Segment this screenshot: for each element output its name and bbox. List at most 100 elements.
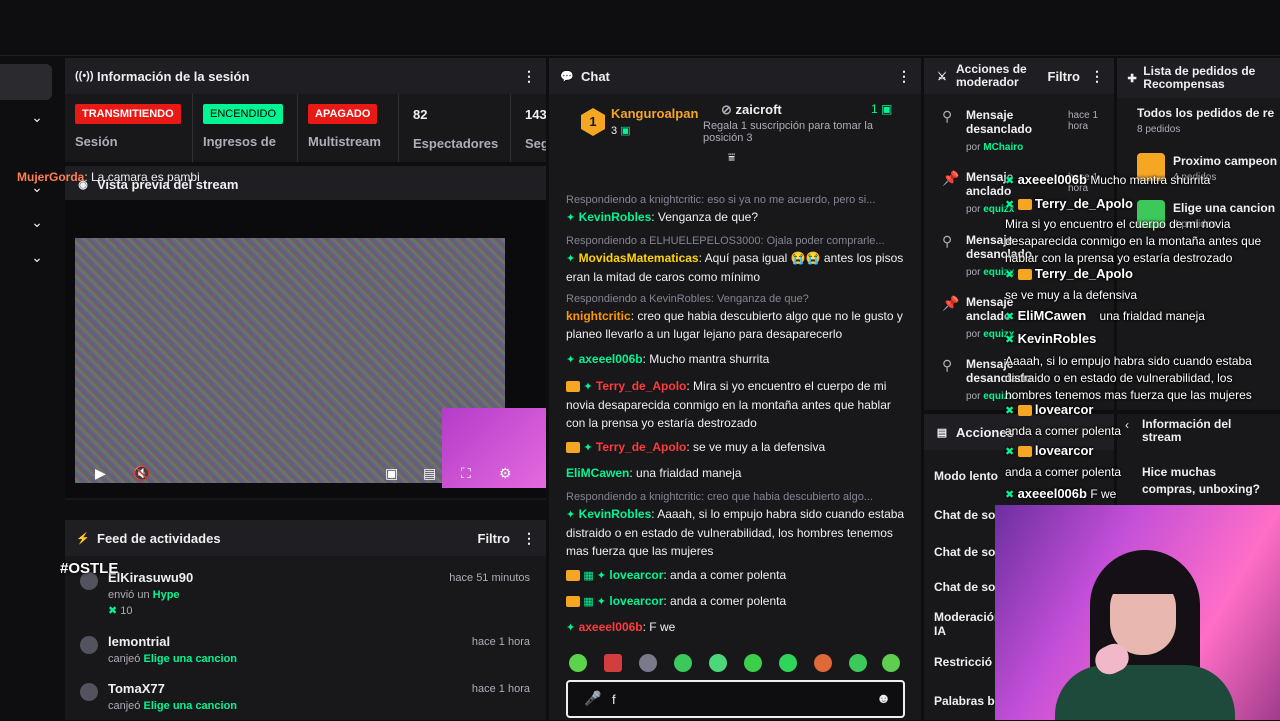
- status-badge: ENCENDIDO: [203, 104, 284, 124]
- chevron-down-icon[interactable]: ⌄: [28, 108, 46, 126]
- reply-context[interactable]: Respondiendo a ELHUELEPELOS3000: Ojala p…: [566, 235, 906, 247]
- pin-icon: 📌: [942, 170, 960, 186]
- chat-message: ✦ KevinRobles: Aaaah, si lo empujo habra…: [566, 507, 905, 558]
- broadcast-icon: ((•)): [75, 70, 94, 82]
- quick-action-item[interactable]: Chat de so: [934, 508, 995, 522]
- top-gifter-name[interactable]: Kanguroalpan: [611, 106, 698, 121]
- nav-active-item[interactable]: [0, 64, 52, 100]
- chat-message: MujerGorda: La camara es pambi: [17, 170, 200, 184]
- emote-icon[interactable]: [709, 654, 727, 672]
- emote-icon[interactable]: [569, 654, 587, 672]
- gifter-name[interactable]: ⊘ zaicroft: [721, 102, 782, 118]
- more-options-icon[interactable]: ⋮: [522, 530, 536, 547]
- overlay-chat-line: ✖ EliMCawen una frialdad maneja: [1005, 308, 1205, 323]
- overlay-chat-line: ✖ KevinRobles: [1005, 331, 1097, 346]
- gem-icon: ✖: [108, 605, 118, 617]
- chat-message: ✦ Terry_de_Apolo: se ve muy a la defensi…: [566, 438, 906, 457]
- moderator-action: ⚲ Mensaje desanclado hace 1 hora por MCh…: [942, 108, 1099, 153]
- chevron-down-icon[interactable]: ⌄: [28, 213, 46, 231]
- feed-item: lemontrial canjeó Elige una cancion hace…: [80, 634, 540, 674]
- reply-context[interactable]: Respondiendo a KevinRobles: Venganza de …: [566, 293, 906, 305]
- play-icon[interactable]: ▶: [95, 465, 106, 482]
- chat-input[interactable]: 🎤 f ☻: [566, 680, 905, 718]
- rank-badge: 1: [581, 108, 605, 136]
- gift-cta[interactable]: Regala 1 suscripción para tomar la posic…: [703, 120, 893, 144]
- overlay-chat-text: anda a comer polenta: [1005, 424, 1122, 438]
- mute-icon[interactable]: 🔇: [133, 465, 150, 482]
- reply-context[interactable]: Respondiendo a knightcritic: creo que ha…: [566, 491, 906, 503]
- emote-icon[interactable]: [779, 654, 797, 672]
- quick-action-item[interactable]: Chat de so: [934, 580, 995, 594]
- chat-message: ✦ MovidasMatematicas: Aquí pasa igual 😭😭…: [566, 251, 904, 284]
- quick-action-item[interactable]: Palabras b: [934, 694, 995, 708]
- pip-icon[interactable]: ▣: [385, 465, 398, 482]
- emoji-picker-icon[interactable]: ☻: [876, 690, 891, 706]
- feed-filter-button[interactable]: Filtro: [478, 531, 511, 546]
- stream-info-panel: ‹ Información del stream Hice muchas com…: [1117, 414, 1280, 514]
- overlay-chat-line: ✖ axeeel006b F we: [1005, 486, 1117, 501]
- chat-message: ✦ KevinRobles: Venganza de que?: [566, 210, 759, 224]
- theatre-icon[interactable]: ▤: [423, 465, 436, 482]
- session-stats-row: TRANSMITIENDO Sesión ENCENDIDO Ingresos …: [65, 94, 546, 162]
- chat-title: Chat: [581, 68, 610, 84]
- avatar: [80, 636, 98, 654]
- fullscreen-icon[interactable]: ⛶: [461, 465, 471, 482]
- sword-icon: ⚔: [937, 70, 947, 83]
- quick-action-item[interactable]: Chat de so: [934, 545, 995, 559]
- avatar: [80, 683, 98, 701]
- overlay-chat-text: anda a comer polenta: [1005, 465, 1122, 479]
- emote-icon[interactable]: [849, 654, 867, 672]
- stream-video[interactable]: ▶ 🔇 ▣ ▤ ⛶ ⚙: [65, 200, 546, 498]
- feed-item: ElKirasuwu90 envió un Hype ✖ 10 hace 51 …: [80, 570, 540, 620]
- top-bar: [0, 0, 1280, 56]
- moderator-filter-button[interactable]: Filtro: [1048, 69, 1081, 84]
- chat-message: ✦ axeeel006b: F we: [566, 620, 676, 634]
- chat-message: EliMCawen: una frialdad maneja: [566, 466, 742, 480]
- quick-action-item[interactable]: Modo lento: [934, 469, 998, 483]
- seconds-cell: 143 Seg: [525, 107, 546, 151]
- emote-icon[interactable]: [744, 654, 762, 672]
- quick-action-item[interactable]: Restricció: [934, 655, 992, 669]
- reply-context[interactable]: Respondiendo a knightcritic: eso si ya n…: [566, 194, 906, 206]
- collapse-icon[interactable]: ⩸: [728, 150, 735, 165]
- more-options-icon[interactable]: ⋮: [522, 68, 536, 85]
- moderator-title: Acciones de moderador: [956, 62, 1027, 89]
- reward-name[interactable]: Elige una cancion: [1173, 201, 1275, 215]
- webcam-overlay: [995, 505, 1280, 720]
- multistream-status-cell: APAGADO Multistream: [298, 94, 399, 162]
- webcam-preview: [442, 408, 546, 488]
- revenue-status-cell: ENCENDIDO Ingresos de: [193, 94, 298, 162]
- overlay-chat-text: se ve muy a la defensiva: [1005, 288, 1138, 302]
- stream-title-text: Hice muchas compras, unboxing?: [1142, 465, 1261, 496]
- chevron-left-icon[interactable]: ‹: [1125, 418, 1129, 432]
- viewers-cell: 82 Espectadores: [399, 94, 511, 162]
- chevron-down-icon[interactable]: ⌄: [28, 248, 46, 266]
- overlay-chat-line: ✖ Terry_de_Apolo: [1005, 266, 1133, 281]
- chat-message: ✦ Terry_de_Apolo: Mira si yo encuentro e…: [566, 379, 891, 430]
- emote-icon[interactable]: [674, 654, 692, 672]
- microphone-icon[interactable]: 🎤: [584, 690, 601, 707]
- emote-icon[interactable]: [814, 654, 832, 672]
- emote-icon[interactable]: [604, 654, 622, 672]
- quick-action-item[interactable]: Moderación IA: [934, 610, 1001, 638]
- overlay-chat-line: ✖ axeeel006b Mucho mantra shurrita: [1005, 172, 1211, 187]
- reward-name[interactable]: Proximo campeon: [1173, 154, 1277, 168]
- overlay-chat-text: Mira si yo encuentro el cuerpo de mi nov…: [1005, 217, 1262, 265]
- reward-icon: ✚: [1127, 72, 1137, 85]
- settings-gear-icon[interactable]: ⚙: [499, 465, 512, 482]
- emote-icon[interactable]: [882, 654, 900, 672]
- unpin-icon: ⚲: [942, 233, 953, 249]
- overlay-chat-line: ✖ Terry_de_Apolo: [1005, 196, 1133, 211]
- unpin-icon: ⚲: [942, 357, 953, 373]
- stream-info-title: Información del stream: [1142, 417, 1232, 444]
- more-options-icon[interactable]: ⋮: [1090, 68, 1104, 85]
- session-title: Información de la sesión: [97, 68, 250, 84]
- overlay-chat-line: ✖ lovearcor: [1005, 443, 1094, 458]
- more-options-icon[interactable]: ⋮: [897, 68, 911, 85]
- status-badge: TRANSMITIENDO: [75, 104, 181, 124]
- all-requests[interactable]: Todos los pedidos de re: [1137, 106, 1280, 120]
- chat-input-value: f: [612, 692, 616, 707]
- emote-icon[interactable]: [639, 654, 657, 672]
- feed-item: TomaX77 canjeó Elige una cancion hace 1 …: [80, 681, 540, 721]
- pin-icon: 📌: [942, 295, 960, 311]
